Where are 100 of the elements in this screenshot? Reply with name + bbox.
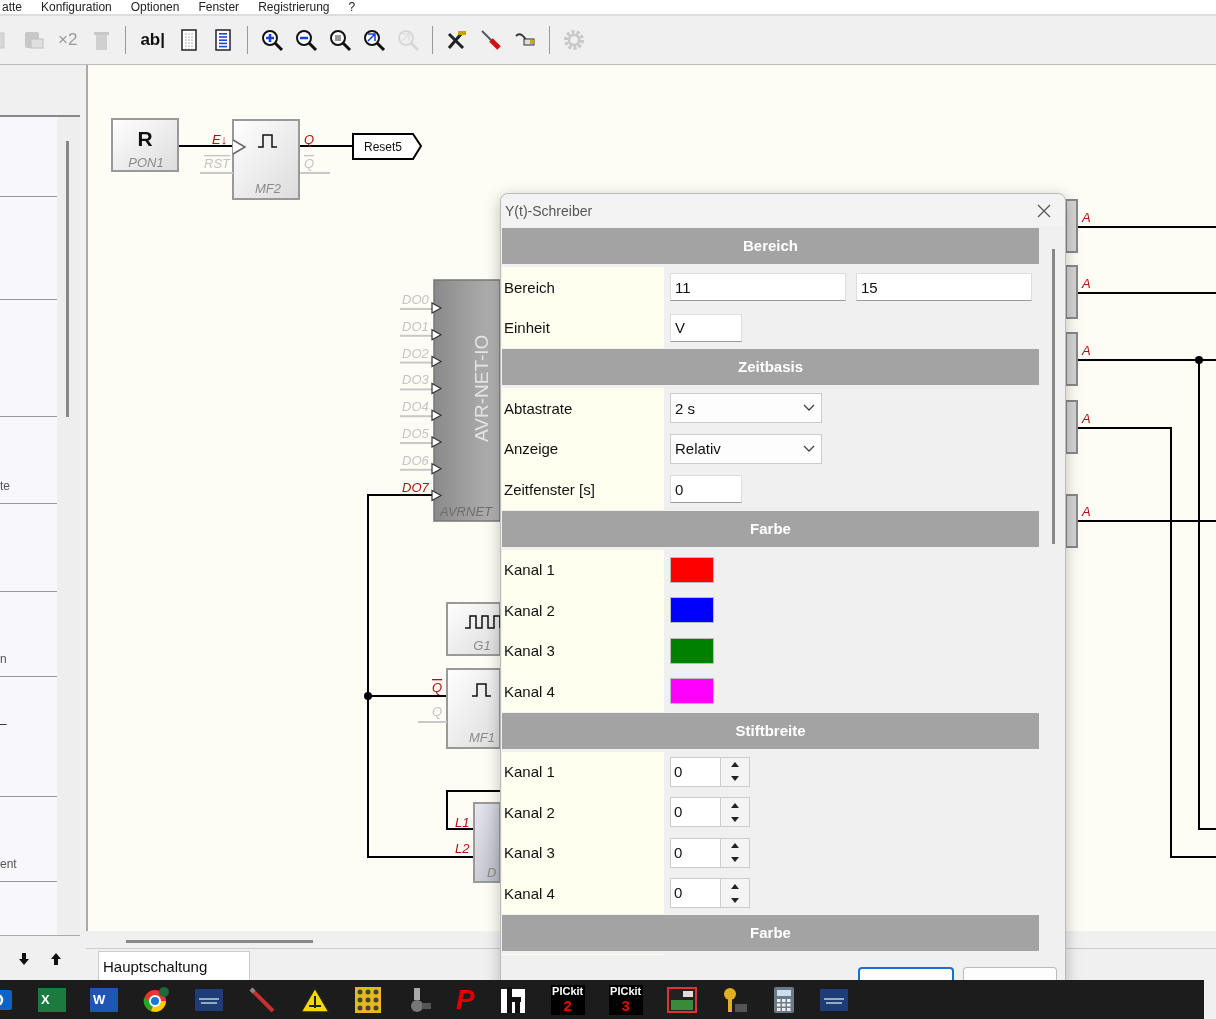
field-label: Kanal 1 — [504, 763, 555, 781]
spin-field[interactable]: 0 — [670, 837, 750, 868]
up-arrow-icon[interactable] — [731, 843, 739, 849]
app-icon[interactable]: PICkit 2 — [550, 984, 585, 1015]
pin-label: DO2 — [402, 345, 429, 361]
spin-field[interactable]: 0 — [670, 878, 750, 909]
output-pin-icon — [431, 382, 443, 395]
up-arrow-icon[interactable] — [731, 802, 739, 808]
field-label: Kanal 3 — [504, 844, 555, 862]
down-arrow-icon[interactable] — [731, 857, 739, 863]
scrollbar-thumb[interactable] — [1052, 249, 1056, 544]
junction-dot — [1195, 356, 1203, 364]
spin-field[interactable]: 0 — [670, 756, 750, 787]
input-field[interactable]: 15 — [856, 273, 1032, 302]
circuit-board-icon[interactable] — [666, 985, 697, 1014]
menu-item[interactable]: Fenster — [198, 0, 240, 14]
down-arrow-icon[interactable] — [18, 952, 30, 965]
field-label: Kanal 1 — [504, 561, 555, 579]
pin-line — [399, 415, 433, 418]
toolbar-button[interactable]: ab| — [138, 30, 167, 50]
output-pin-icon — [431, 409, 443, 422]
output-pin-icon — [431, 328, 443, 341]
list-item-text[interactable]: te — [0, 479, 10, 493]
input-field[interactable]: 0 — [670, 475, 742, 504]
list-item-text[interactable]: – — [0, 717, 7, 731]
app-icon[interactable] — [498, 984, 527, 1015]
output-pin-icon — [431, 436, 443, 448]
output-block — [1065, 199, 1078, 253]
input-field[interactable]: 11 — [670, 273, 846, 302]
down-arrow-icon[interactable] — [731, 776, 739, 782]
up-arrow-icon[interactable] — [731, 762, 739, 768]
menu-item[interactable]: Optionen — [130, 0, 180, 14]
output-pin-icon — [431, 302, 443, 314]
scrollbar-thumb[interactable] — [66, 141, 69, 417]
pin-label: A — [1082, 343, 1091, 358]
color-swatch[interactable] — [670, 637, 714, 664]
down-arrow-icon[interactable] — [731, 816, 739, 822]
clock-input-icon — [232, 139, 247, 155]
pin-line — [199, 172, 234, 174]
menu-item[interactable]: ? — [348, 0, 356, 14]
document-app-icon[interactable]: W — [90, 987, 118, 1012]
output-block — [1065, 265, 1078, 319]
probe-icon[interactable] — [479, 28, 503, 52]
section-header: Farbe — [502, 914, 1040, 951]
app-icon[interactable]: PICkit 3 — [608, 984, 643, 1015]
pin-label: DO3 — [402, 372, 429, 388]
down-arrow-icon[interactable] — [731, 897, 739, 903]
pin-line — [399, 334, 433, 337]
pen-icon[interactable] — [248, 985, 276, 1014]
zoom-out-icon[interactable] — [294, 28, 318, 52]
pin-label: DO0 — [402, 292, 429, 307]
block-symbol: R — [137, 127, 153, 150]
function-block — [446, 602, 501, 656]
menu-item[interactable]: Registrierung — [258, 0, 330, 14]
magnifier-icon[interactable] — [362, 28, 386, 52]
circuit-board-icon[interactable] — [354, 985, 382, 1014]
pin-label: DO1 — [402, 318, 429, 334]
menu-item[interactable]: atte — [2, 0, 22, 14]
block-name: PON1 — [128, 155, 164, 170]
sheet-tab[interactable]: Hauptschaltung — [98, 951, 250, 981]
pin-label: A — [1082, 504, 1091, 519]
spreadsheet-app-icon[interactable]: X — [38, 987, 66, 1012]
output-pin-icon — [431, 489, 443, 502]
calculator-icon[interactable] — [772, 985, 795, 1014]
scrollbar-thumb[interactable] — [126, 940, 313, 943]
color-swatch[interactable] — [670, 678, 714, 705]
pin-label: DO6 — [402, 452, 429, 468]
spin-field[interactable]: 0 — [670, 797, 750, 828]
up-arrow-icon[interactable] — [50, 952, 62, 965]
dropdown[interactable]: Relativ — [670, 433, 822, 464]
pin-label: A — [1082, 210, 1091, 225]
close-icon[interactable] — [1037, 203, 1051, 218]
pin-label: E↓ — [212, 132, 228, 147]
function-block — [111, 118, 179, 172]
section-header: Zeitbasis — [502, 349, 1040, 385]
warning-icon[interactable] — [300, 985, 330, 1014]
list-item-text[interactable]: ent — [0, 857, 17, 871]
zoom-in-icon[interactable] — [260, 28, 284, 52]
input-field[interactable]: V — [670, 313, 742, 342]
output-block — [1065, 494, 1078, 548]
app-window-icon[interactable] — [818, 986, 849, 1013]
dialog-button[interactable] — [858, 967, 954, 981]
square-wave-icon — [464, 615, 501, 629]
pin-label: DO4 — [402, 399, 429, 415]
module-title: AVR-NET-IO — [471, 334, 492, 442]
magnifier-icon[interactable] — [328, 28, 352, 52]
color-swatch[interactable] — [670, 556, 714, 583]
chevron-down-icon — [803, 444, 815, 453]
field-label: Kanal 4 — [504, 682, 555, 700]
block-name: MF1 — [469, 730, 495, 745]
menu-item[interactable]: Konfiguration — [41, 0, 112, 14]
list-item-text[interactable]: n — [0, 652, 7, 666]
browser-icon[interactable] — [142, 985, 170, 1014]
dropdown[interactable]: 2 s — [670, 393, 822, 424]
block-name: G1 — [473, 638, 491, 653]
app-window-icon[interactable] — [194, 986, 224, 1013]
color-swatch[interactable] — [670, 597, 714, 624]
block-name: D — [487, 865, 497, 880]
up-arrow-icon[interactable] — [731, 883, 739, 889]
field-label: Kanal 4 — [504, 884, 555, 902]
